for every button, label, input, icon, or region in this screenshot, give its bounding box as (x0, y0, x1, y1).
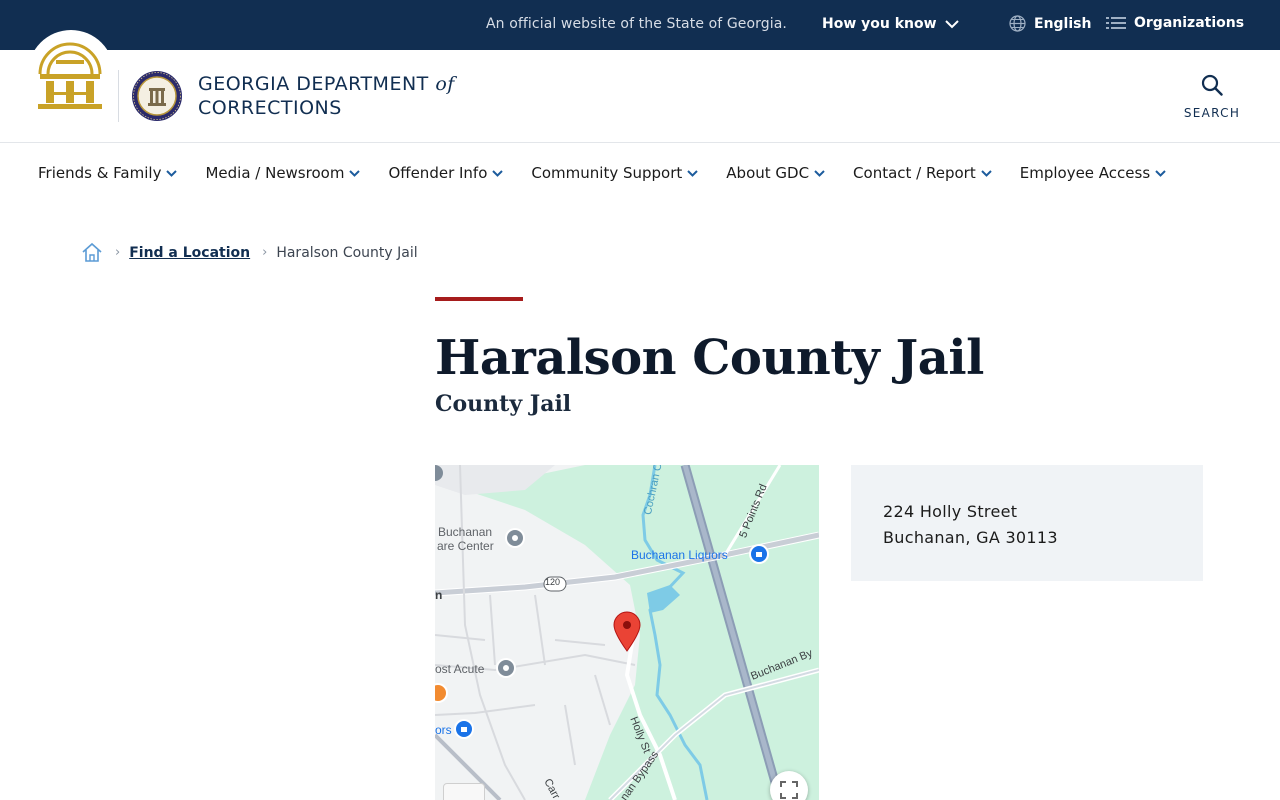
nav-label: Contact / Report (853, 164, 976, 182)
nav-friends-family[interactable]: Friends & Family (38, 164, 178, 182)
main-nav: Friends & Family Media / Newsroom Offend… (38, 164, 1166, 182)
nav-about-gdc[interactable]: About GDC (726, 164, 825, 182)
nav-label: Friends & Family (38, 164, 162, 182)
logo-divider (118, 70, 119, 122)
official-site-text: An official website of the State of Geor… (486, 16, 787, 32)
nav-employee-access[interactable]: Employee Access (1020, 164, 1166, 182)
chevron-down-icon (349, 169, 361, 177)
nav-label: About GDC (726, 164, 810, 182)
globe-icon (1009, 15, 1026, 32)
map-label-post-acute: ost Acute (435, 662, 485, 676)
list-icon (1106, 17, 1126, 29)
nav-label: Media / Newsroom (205, 164, 345, 182)
nav-media-newsroom[interactable]: Media / Newsroom (205, 164, 361, 182)
title-accent-rule (435, 297, 523, 301)
chevron-down-icon (166, 169, 178, 177)
dept-name-of: of (435, 73, 455, 95)
map-label-ors: ors (435, 723, 452, 737)
chevron-down-icon (944, 19, 959, 28)
chevron-down-icon (1155, 169, 1166, 177)
search-button[interactable]: SEARCH (1182, 74, 1242, 120)
how-you-know-label: How you know (822, 16, 937, 32)
map-label-buchanan-liquors: Buchanan Liquors (631, 548, 728, 562)
home-icon[interactable] (81, 242, 103, 263)
nav-contact-report[interactable]: Contact / Report (853, 164, 992, 182)
location-map[interactable]: Buchanan are Center Buchanan Liquors ost… (435, 465, 819, 800)
official-banner: An official website of the State of Geor… (0, 0, 1280, 50)
breadcrumb: › Find a Location › Haralson County Jail (81, 242, 418, 263)
nav-label: Employee Access (1019, 164, 1151, 182)
chevron-down-icon (981, 169, 992, 177)
language-label: English (1034, 15, 1092, 32)
map-label-route-120: 120 (545, 577, 561, 587)
organizations-menu[interactable]: Organizations (1106, 15, 1244, 31)
chevron-right-icon: › (262, 245, 268, 260)
chevron-down-icon (492, 169, 504, 177)
breadcrumb-link-find-location[interactable]: Find a Location (129, 245, 250, 261)
search-icon (1201, 74, 1223, 96)
map-type-control[interactable] (443, 783, 485, 800)
map-canvas (435, 465, 819, 800)
georgia-seal-logo[interactable] (28, 30, 114, 116)
georgia-arch-seal-icon (38, 42, 102, 109)
department-name[interactable]: GEORGIA DEPARTMENT of CORRECTIONS (198, 72, 455, 120)
nav-community-support[interactable]: Community Support (531, 164, 698, 182)
language-selector[interactable]: English (1009, 15, 1091, 32)
fullscreen-button[interactable] (770, 771, 808, 800)
site-header: GEORGIA DEPARTMENT of CORRECTIONS SEARCH (0, 30, 1280, 143)
page-title: Haralson County Jail (435, 330, 984, 386)
address-city-state-zip: Buchanan, GA 30113 (883, 528, 1058, 547)
dept-name-line2: CORRECTIONS (198, 97, 342, 119)
map-label-buchanan-care: Buchanan (438, 525, 493, 539)
address-card: 224 Holly Street Buchanan, GA 30113 (851, 465, 1203, 581)
how-you-know-toggle[interactable]: How you know (822, 16, 959, 32)
map-label-n: n (435, 588, 443, 602)
search-label: SEARCH (1183, 106, 1241, 120)
dept-name-line1: GEORGIA DEPARTMENT (198, 73, 429, 95)
gdc-seal-icon[interactable] (131, 70, 183, 122)
nav-label: Offender Info (388, 164, 488, 182)
map-label-care-center: are Center (437, 539, 494, 553)
nav-offender-info[interactable]: Offender Info (388, 164, 504, 182)
breadcrumb-current: Haralson County Jail (276, 244, 418, 261)
fullscreen-icon (780, 781, 798, 799)
chevron-down-icon (687, 169, 698, 177)
address-street: 224 Holly Street (883, 502, 1018, 521)
chevron-down-icon (814, 169, 825, 177)
organizations-label: Organizations (1134, 15, 1245, 31)
chevron-right-icon: › (115, 245, 121, 260)
nav-label: Community Support (531, 164, 683, 182)
page-subtitle: County Jail (435, 391, 572, 417)
